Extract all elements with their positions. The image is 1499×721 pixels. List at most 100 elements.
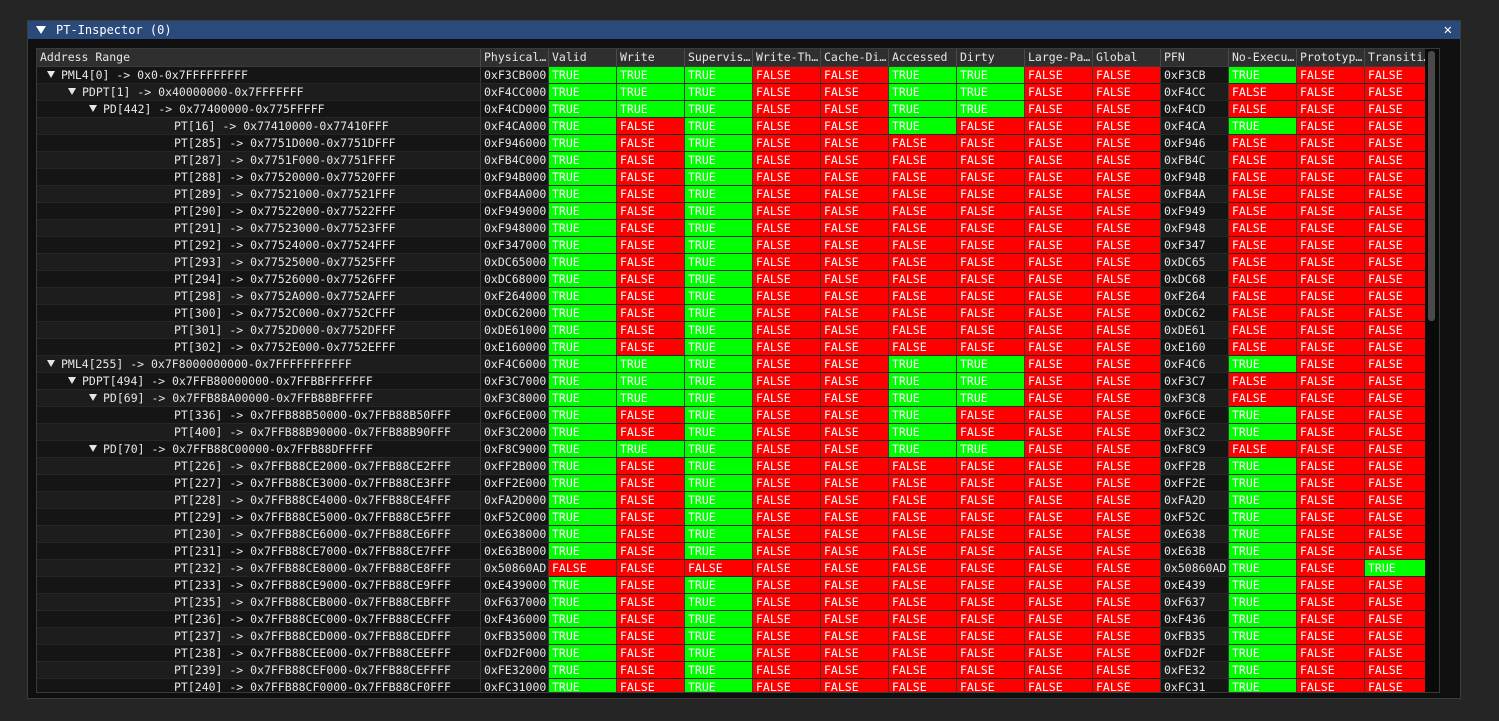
window-titlebar[interactable]: PT-Inspector (0) ✕ — [28, 21, 1460, 39]
address-range-cell[interactable]: PD[442] -> 0x77400000-0x775FFFFF — [37, 101, 481, 118]
table-row[interactable]: PT[236] -> 0x7FFB88CEC000-0x7FFB88CECFFF… — [37, 611, 1439, 628]
address-range-cell[interactable]: PT[288] -> 0x77520000-0x77520FFF — [37, 169, 481, 186]
column-header[interactable]: Address Range — [37, 49, 481, 66]
column-header[interactable]: Transiti… — [1365, 49, 1433, 66]
column-header[interactable]: Write — [617, 49, 685, 66]
expand-arrow-icon[interactable] — [47, 71, 55, 78]
column-header[interactable]: Physical… — [481, 49, 549, 66]
address-range-cell[interactable]: PT[235] -> 0x7FFB88CEB000-0x7FFB88CEBFFF — [37, 594, 481, 611]
table-row[interactable]: PML4[255] -> 0x7F8000000000-0x7FFFFFFFFF… — [37, 356, 1439, 373]
expand-arrow-icon[interactable] — [89, 445, 97, 452]
table-row[interactable]: PDPT[494] -> 0x7FFB80000000-0x7FFBBFFFFF… — [37, 373, 1439, 390]
address-range-cell[interactable]: PT[294] -> 0x77526000-0x77526FFF — [37, 271, 481, 288]
address-range-cell[interactable]: PT[229] -> 0x7FFB88CE5000-0x7FFB88CE5FFF — [37, 509, 481, 526]
address-range-cell[interactable]: PT[16] -> 0x77410000-0x77410FFF — [37, 118, 481, 135]
address-range-cell[interactable]: PT[232] -> 0x7FFB88CE8000-0x7FFB88CE8FFF — [37, 560, 481, 577]
column-header[interactable]: No-Execu… — [1229, 49, 1297, 66]
table-row[interactable]: PD[70] -> 0x7FFB88C00000-0x7FFB88DFFFFF 0… — [37, 441, 1439, 458]
expand-arrow-icon[interactable] — [47, 360, 55, 367]
expand-arrow-icon[interactable] — [89, 105, 97, 112]
table-row[interactable]: PT[291] -> 0x77523000-0x77523FFF 0xF94800… — [37, 220, 1439, 237]
column-header[interactable]: Large-Pa… — [1025, 49, 1093, 66]
table-row[interactable]: PT[233] -> 0x7FFB88CE9000-0x7FFB88CE9FFF… — [37, 577, 1439, 594]
table-row[interactable]: PT[288] -> 0x77520000-0x77520FFF 0xF94B00… — [37, 169, 1439, 186]
address-range-cell[interactable]: PT[227] -> 0x7FFB88CE3000-0x7FFB88CE3FFF — [37, 475, 481, 492]
table-row[interactable]: PT[237] -> 0x7FFB88CED000-0x7FFB88CEDFFF… — [37, 628, 1439, 645]
table-row[interactable]: PT[285] -> 0x7751D000-0x7751DFFF 0xF94600… — [37, 135, 1439, 152]
column-header[interactable]: Dirty — [957, 49, 1025, 66]
table-row[interactable]: PML4[0] -> 0x0-0x7FFFFFFFFF 0xF3CB000 TRUE… — [37, 67, 1439, 84]
address-range-cell[interactable]: PT[291] -> 0x77523000-0x77523FFF — [37, 220, 481, 237]
table-row[interactable]: PT[336] -> 0x7FFB88B50000-0x7FFB88B50FFF… — [37, 407, 1439, 424]
table-row[interactable]: PDPT[1] -> 0x40000000-0x7FFFFFFF 0xF4CC00… — [37, 84, 1439, 101]
address-range-cell[interactable]: PDPT[494] -> 0x7FFB80000000-0x7FFBBFFFFF… — [37, 373, 481, 390]
table-row[interactable]: PT[400] -> 0x7FFB88B90000-0x7FFB88B90FFF… — [37, 424, 1439, 441]
table-row[interactable]: PT[240] -> 0x7FFB88CF0000-0x7FFB88CF0FFF… — [37, 679, 1439, 692]
address-range-cell[interactable]: PT[301] -> 0x7752D000-0x7752DFFF — [37, 322, 481, 339]
address-range-cell[interactable]: PT[293] -> 0x77525000-0x77525FFF — [37, 254, 481, 271]
address-range-cell[interactable]: PD[70] -> 0x7FFB88C00000-0x7FFB88DFFFFF — [37, 441, 481, 458]
address-range-cell[interactable]: PDPT[1] -> 0x40000000-0x7FFFFFFF — [37, 84, 481, 101]
table-row[interactable]: PT[292] -> 0x77524000-0x77524FFF 0xF34700… — [37, 237, 1439, 254]
table-row[interactable]: PT[289] -> 0x77521000-0x77521FFF 0xFB4A00… — [37, 186, 1439, 203]
column-header[interactable]: Global — [1093, 49, 1161, 66]
address-range-cell[interactable]: PT[236] -> 0x7FFB88CEC000-0x7FFB88CECFFF — [37, 611, 481, 628]
address-range-cell[interactable]: PT[237] -> 0x7FFB88CED000-0x7FFB88CEDFFF — [37, 628, 481, 645]
column-header[interactable]: Prototyp… — [1297, 49, 1365, 66]
table-row[interactable]: PT[228] -> 0x7FFB88CE4000-0x7FFB88CE4FFF… — [37, 492, 1439, 509]
address-range-cell[interactable]: PT[290] -> 0x77522000-0x77522FFF — [37, 203, 481, 220]
address-range-cell[interactable]: PT[400] -> 0x7FFB88B90000-0x7FFB88B90FFF — [37, 424, 481, 441]
vertical-scrollbar[interactable] — [1425, 49, 1439, 692]
column-header[interactable]: Supervis… — [685, 49, 753, 66]
address-range-cell[interactable]: PT[231] -> 0x7FFB88CE7000-0x7FFB88CE7FFF — [37, 543, 481, 560]
column-header[interactable]: PFN — [1161, 49, 1229, 66]
table-row[interactable]: PD[69] -> 0x7FFB88A00000-0x7FFB88BFFFFF 0… — [37, 390, 1439, 407]
column-header[interactable]: Write-Th… — [753, 49, 821, 66]
table-row[interactable]: PT[300] -> 0x7752C000-0x7752CFFF 0xDC6200… — [37, 305, 1439, 322]
table-row[interactable]: PT[290] -> 0x77522000-0x77522FFF 0xF94900… — [37, 203, 1439, 220]
address-range-cell[interactable]: PML4[0] -> 0x0-0x7FFFFFFFFF — [37, 67, 481, 84]
table-row[interactable]: PT[294] -> 0x77526000-0x77526FFF 0xDC6800… — [37, 271, 1439, 288]
address-range-cell[interactable]: PT[300] -> 0x7752C000-0x7752CFFF — [37, 305, 481, 322]
close-icon[interactable]: ✕ — [1444, 22, 1452, 38]
address-range-cell[interactable]: PT[233] -> 0x7FFB88CE9000-0x7FFB88CE9FFF — [37, 577, 481, 594]
address-range-cell[interactable]: PT[226] -> 0x7FFB88CE2000-0x7FFB88CE2FFF — [37, 458, 481, 475]
address-range-cell[interactable]: PT[302] -> 0x7752E000-0x7752EFFF — [37, 339, 481, 356]
address-range-cell[interactable]: PT[239] -> 0x7FFB88CEF000-0x7FFB88CEFFFF — [37, 662, 481, 679]
table-row[interactable]: PT[239] -> 0x7FFB88CEF000-0x7FFB88CEFFFF… — [37, 662, 1439, 679]
address-range-cell[interactable]: PT[298] -> 0x7752A000-0x7752AFFF — [37, 288, 481, 305]
expand-arrow-icon[interactable] — [89, 394, 97, 401]
column-header[interactable]: Accessed — [889, 49, 957, 66]
address-range-cell[interactable]: PT[230] -> 0x7FFB88CE6000-0x7FFB88CE6FFF — [37, 526, 481, 543]
table-row[interactable]: PD[442] -> 0x77400000-0x775FFFFF 0xF4CD00… — [37, 101, 1439, 118]
address-range-cell[interactable]: PT[292] -> 0x77524000-0x77524FFF — [37, 237, 481, 254]
table-row[interactable]: PT[226] -> 0x7FFB88CE2000-0x7FFB88CE2FFF… — [37, 458, 1439, 475]
column-header[interactable]: Valid — [549, 49, 617, 66]
table-row[interactable]: PT[302] -> 0x7752E000-0x7752EFFF 0xE16000… — [37, 339, 1439, 356]
address-range-cell[interactable]: PT[238] -> 0x7FFB88CEE000-0x7FFB88CEEFFF — [37, 645, 481, 662]
address-range-cell[interactable]: PT[287] -> 0x7751F000-0x7751FFFF — [37, 152, 481, 169]
collapse-triangle-icon[interactable] — [36, 26, 46, 34]
address-range-cell[interactable]: PML4[255] -> 0x7F8000000000-0x7FFFFFFFFF… — [37, 356, 481, 373]
table-row[interactable]: PT[235] -> 0x7FFB88CEB000-0x7FFB88CEBFFF… — [37, 594, 1439, 611]
address-range-cell[interactable]: PT[289] -> 0x77521000-0x77521FFF — [37, 186, 481, 203]
table-row[interactable]: PT[298] -> 0x7752A000-0x7752AFFF 0xF26400… — [37, 288, 1439, 305]
table-row[interactable]: PT[232] -> 0x7FFB88CE8000-0x7FFB88CE8FFF… — [37, 560, 1439, 577]
expand-arrow-icon[interactable] — [68, 377, 76, 384]
table-row[interactable]: PT[287] -> 0x7751F000-0x7751FFFF 0xFB4C00… — [37, 152, 1439, 169]
table-row[interactable]: PT[229] -> 0x7FFB88CE5000-0x7FFB88CE5FFF… — [37, 509, 1439, 526]
column-header[interactable]: Cache-Di… — [821, 49, 889, 66]
table-row[interactable]: PT[231] -> 0x7FFB88CE7000-0x7FFB88CE7FFF… — [37, 543, 1439, 560]
table-row[interactable]: PT[293] -> 0x77525000-0x77525FFF 0xDC6500… — [37, 254, 1439, 271]
table-row[interactable]: PT[230] -> 0x7FFB88CE6000-0x7FFB88CE6FFF… — [37, 526, 1439, 543]
address-range-cell[interactable]: PT[285] -> 0x7751D000-0x7751DFFF — [37, 135, 481, 152]
table-row[interactable]: PT[301] -> 0x7752D000-0x7752DFFF 0xDE6100… — [37, 322, 1439, 339]
table-row[interactable]: PT[16] -> 0x77410000-0x77410FFF 0xF4CA000… — [37, 118, 1439, 135]
address-range-cell[interactable]: PT[336] -> 0x7FFB88B50000-0x7FFB88B50FFF — [37, 407, 481, 424]
address-range-cell[interactable]: PT[228] -> 0x7FFB88CE4000-0x7FFB88CE4FFF — [37, 492, 481, 509]
table-row[interactable]: PT[238] -> 0x7FFB88CEE000-0x7FFB88CEEFFF… — [37, 645, 1439, 662]
expand-arrow-icon[interactable] — [68, 88, 76, 95]
address-range-cell[interactable]: PT[240] -> 0x7FFB88CF0000-0x7FFB88CF0FFF — [37, 679, 481, 692]
scrollbar-thumb[interactable] — [1428, 51, 1435, 321]
table-row[interactable]: PT[227] -> 0x7FFB88CE3000-0x7FFB88CE3FFF… — [37, 475, 1439, 492]
